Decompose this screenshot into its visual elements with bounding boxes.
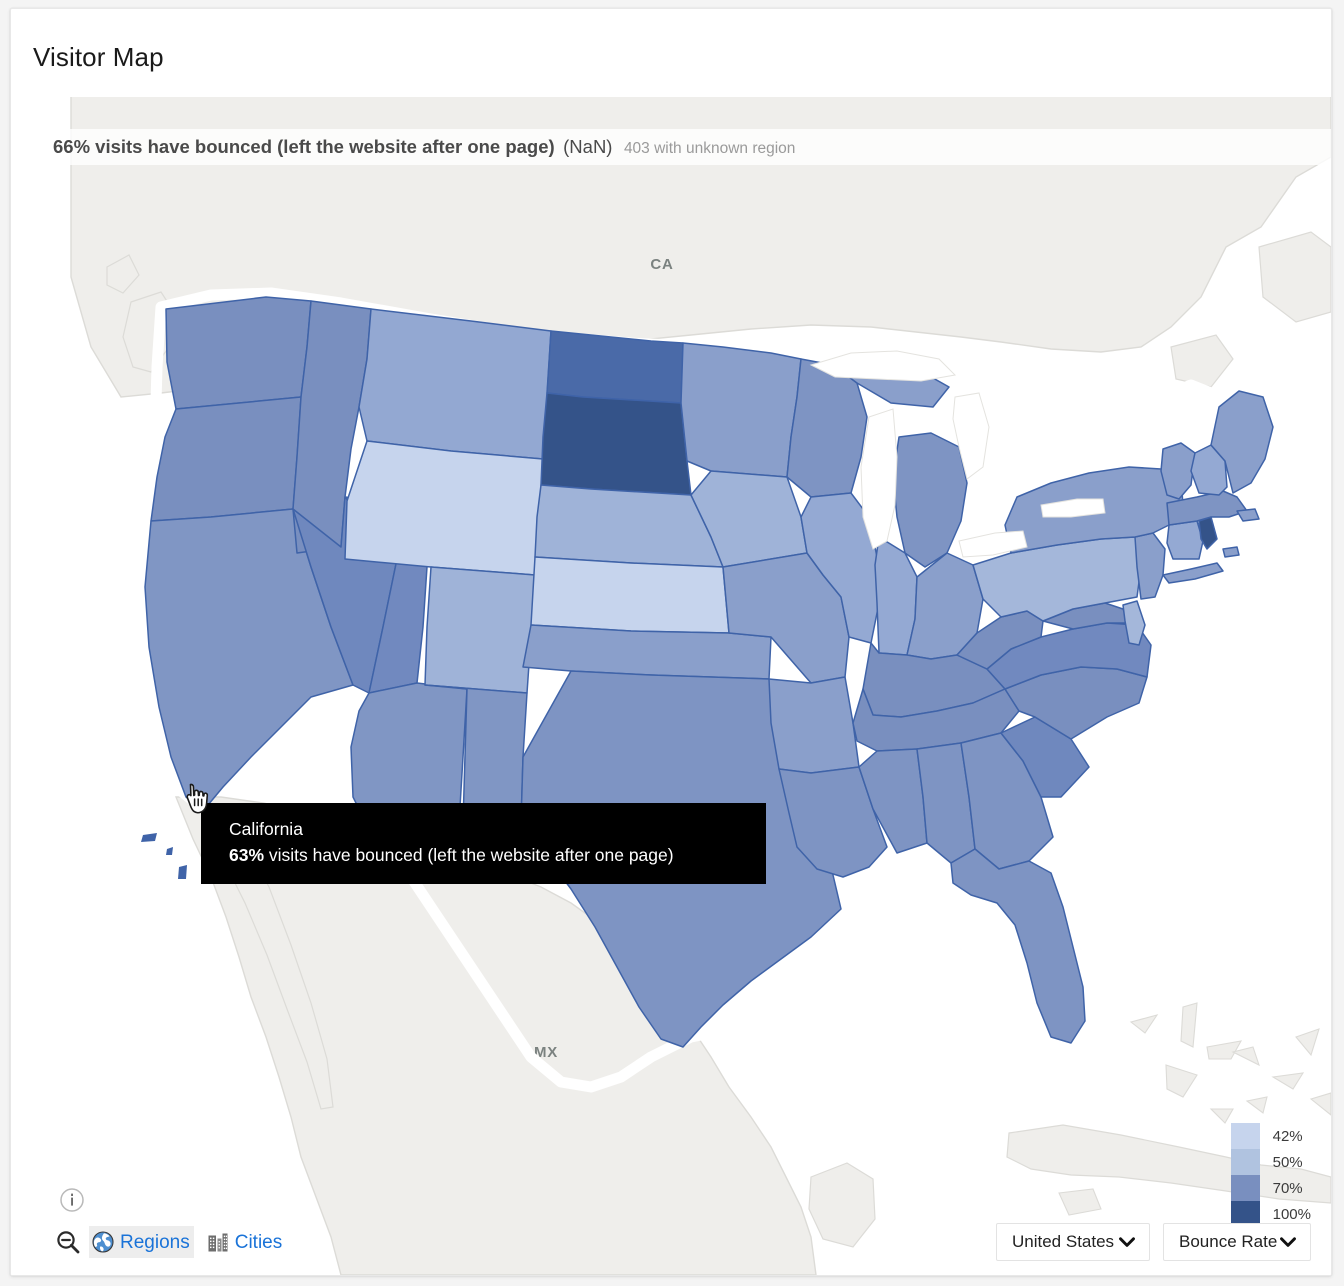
legend-item: 50% xyxy=(1230,1149,1303,1175)
page-title: Visitor Map xyxy=(33,42,164,72)
sidebar-item-label: Regions xyxy=(120,1231,190,1253)
info-icon[interactable] xyxy=(59,1187,85,1213)
us-choropleth-map[interactable]: CA MX xyxy=(11,97,1331,1275)
legend-label: 50% xyxy=(1272,1153,1303,1171)
map-tooltip: California 63% visits have bounced (left… xyxy=(201,803,766,885)
legend-swatch xyxy=(1230,1149,1260,1175)
visitor-map-card: Visitor Map CA MX 66% visits have bounce… xyxy=(10,8,1332,1276)
tooltip-metric: 63% visits have bounced (left the websit… xyxy=(229,843,750,869)
metric-select-value: Bounce Rate xyxy=(1179,1232,1278,1251)
legend-swatch xyxy=(1230,1175,1260,1201)
country-label-ca: CA xyxy=(650,256,673,273)
tooltip-region-name: California xyxy=(229,819,303,839)
state-mt[interactable] xyxy=(358,308,552,460)
state-or[interactable] xyxy=(150,396,302,522)
state-sd[interactable] xyxy=(540,392,692,496)
metric-select[interactable]: Bounce Rate xyxy=(1163,1223,1311,1261)
page-root: Visitor Map CA MX 66% visits have bounce… xyxy=(0,0,1344,1286)
state-ma-nantucket[interactable] xyxy=(1222,546,1240,558)
state-ct[interactable] xyxy=(1166,520,1204,560)
state-ar[interactable] xyxy=(768,676,860,774)
country-select-value: United States xyxy=(1012,1232,1115,1251)
map-canvas[interactable]: CA MX 66% visits have bounced (left the … xyxy=(11,97,1331,1275)
chevron-down-icon xyxy=(1280,1237,1296,1247)
chevron-down-icon xyxy=(1119,1237,1135,1247)
legend-label: 42% xyxy=(1272,1127,1303,1145)
zoom-out-icon[interactable] xyxy=(55,1229,81,1255)
state-nd[interactable] xyxy=(546,330,684,404)
legend-item: 70% xyxy=(1230,1175,1303,1201)
buildings-icon xyxy=(208,1233,228,1252)
state-ks[interactable] xyxy=(530,556,730,634)
state-mn[interactable] xyxy=(680,342,802,478)
legend-label: 70% xyxy=(1272,1179,1303,1197)
legend-swatch xyxy=(1230,1123,1260,1149)
map-legend: 42% 50% 70% 100% xyxy=(1230,1123,1311,1227)
state-wa[interactable] xyxy=(165,296,312,410)
country-select[interactable]: United States xyxy=(996,1223,1150,1261)
tooltip-metric-value: 63% xyxy=(229,844,265,865)
sidebar-item-cities[interactable]: Cities xyxy=(204,1226,287,1258)
pointer-hand-cursor xyxy=(186,783,209,814)
sidebar-item-regions[interactable]: Regions xyxy=(89,1226,194,1258)
tooltip-metric-text: visits have bounced (left the website af… xyxy=(264,844,674,865)
legend-label: 100% xyxy=(1272,1205,1311,1223)
state-wy[interactable] xyxy=(344,440,544,576)
map-mode-toolbar: Regions Cities xyxy=(55,1226,287,1258)
globe-icon xyxy=(92,1231,114,1253)
state-co[interactable] xyxy=(424,566,536,694)
legend-item: 42% xyxy=(1230,1123,1303,1149)
map-filter-toolbar: United States Bounce Rate xyxy=(983,1223,1311,1261)
sidebar-item-label: Cities xyxy=(234,1231,283,1253)
